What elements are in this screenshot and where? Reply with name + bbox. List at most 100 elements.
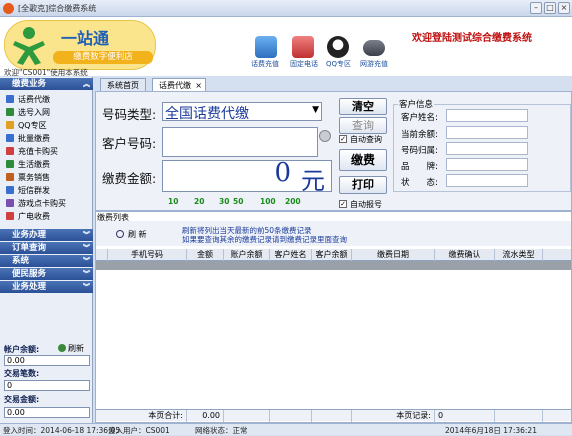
col-serial-type[interactable]: 流水类型 (495, 249, 543, 261)
footer-count-value: 0 (435, 410, 495, 422)
type-select[interactable]: 全国话费代缴 ▼ (162, 102, 322, 122)
network-status: 网络状态：正常 (195, 426, 248, 435)
quick-amount-50[interactable]: 50 (233, 197, 243, 206)
refresh-icon (58, 344, 66, 352)
notice-line-2: 如果要查询其余的缴费记录请到缴费记录里面查询 (182, 235, 347, 244)
clear-button[interactable]: 清空 (339, 98, 387, 115)
col-account-balance[interactable]: 账户余额 (224, 249, 270, 261)
login-user: 登入用户：CS001 (108, 426, 170, 435)
auto-query-checkbox[interactable]: ✓ (339, 135, 347, 143)
maximize-icon[interactable]: □ (544, 2, 556, 14)
sidebar-section-orders[interactable]: 订单查询 ︾ (0, 242, 93, 254)
col-customer-name[interactable]: 客户姓名 (270, 249, 312, 261)
window-title: [全歌克]综合缴费系统 (18, 4, 97, 13)
sidebar-section-payment[interactable]: 缴费业务 ︽ (0, 78, 93, 90)
number-lookup-icon[interactable] (319, 130, 331, 142)
footer-count-label: 本页记录: (352, 410, 435, 422)
phone-recharge-label[interactable]: 话费充值 (251, 59, 279, 69)
logo-slogan: 缴费数字便利店 (53, 51, 153, 64)
sidebar-item-tv-fee[interactable]: 广电收费 (6, 211, 50, 223)
status-label: 状 态: (401, 178, 438, 188)
brand-label: 品 牌: (401, 162, 438, 172)
auto-report-checkbox[interactable]: ✓ (339, 200, 347, 208)
sidebar-section-system[interactable]: 系统 ︾ (0, 255, 93, 267)
footer-cell (270, 410, 312, 422)
chevron-down-icon: ︾ (83, 283, 90, 291)
brand-field (446, 158, 528, 171)
col-phone[interactable]: 手机号码 (108, 249, 187, 261)
greeting-text: 欢迎登陆测试综合缴费系统 (412, 33, 532, 44)
clock: 2014年6月18日 17:36:21 (445, 426, 537, 435)
close-icon[interactable]: × (558, 2, 570, 14)
sidebar-section-services[interactable]: 便民服务 ︾ (0, 268, 93, 280)
grid-header-corner (96, 249, 108, 261)
pay-button[interactable]: 缴费 (339, 149, 387, 171)
query-button[interactable]: 查询 (339, 117, 387, 134)
sidebar-section-business[interactable]: 业务办理 ︾ (0, 229, 93, 241)
table-row[interactable] (96, 261, 571, 270)
tv-icon (6, 212, 14, 220)
amount-label: 缴费金额: (102, 171, 157, 186)
customer-name-field (446, 109, 528, 122)
quick-amount-10[interactable]: 10 (168, 197, 178, 206)
col-pay-date[interactable]: 缴费日期 (352, 249, 435, 261)
quick-amount-30[interactable]: 30 (219, 197, 229, 206)
number-region-label: 号码归属: (401, 146, 438, 156)
gamepad-icon[interactable] (363, 40, 385, 56)
window-titlebar: [全歌克]综合缴费系统 – □ × (0, 0, 572, 17)
chevron-down-icon: ︾ (83, 257, 90, 265)
number-region-field (446, 142, 528, 155)
customer-name-label: 客户姓名: (401, 113, 438, 123)
sidebar-item-recharge-card[interactable]: 充值卡购买 (6, 146, 58, 158)
game-card-icon (6, 199, 14, 207)
qq-label[interactable]: QQ专区 (326, 59, 351, 69)
footer-cell (224, 410, 270, 422)
landline-label[interactable]: 固定电话 (290, 59, 318, 69)
qq-icon[interactable] (327, 36, 349, 58)
chevron-down-icon: ▼ (312, 105, 319, 115)
sidebar-item-utility[interactable]: 生活缴费 (6, 159, 50, 171)
phone-icon (6, 95, 14, 103)
tab-home[interactable]: 系统首页 (100, 78, 146, 92)
quick-amount-20[interactable]: 20 (194, 197, 204, 206)
sidebar-section-processing[interactable]: 业务处理 ︾ (0, 281, 93, 293)
number-input[interactable] (162, 127, 318, 157)
card-icon (6, 147, 14, 155)
col-pay-confirm[interactable]: 缴费确认 (435, 249, 495, 261)
print-button[interactable]: 打印 (339, 176, 387, 194)
sidebar-item-ticket[interactable]: 票务销售 (6, 172, 50, 184)
magnifier-icon (116, 230, 124, 238)
quick-amount-100[interactable]: 100 (260, 197, 276, 206)
sidebar-item-number-select[interactable]: 选号入网 (6, 107, 50, 119)
batch-icon (6, 134, 14, 142)
auto-query-label: 自动查询 (350, 135, 382, 144)
sidebar-item-qq[interactable]: QQ专区 (6, 120, 47, 132)
gamepad-label[interactable]: 网游充值 (360, 59, 388, 69)
login-time: 登入时间：2014-06-18 17:36:05 (3, 426, 121, 435)
footer-total-label: 本页合计: (96, 410, 187, 422)
customer-info-title: 客户信息 (398, 98, 435, 110)
sidebar-item-game-card[interactable]: 游戏点卡购买 (6, 198, 66, 210)
sidebar-item-phone-payment[interactable]: 话费代缴 (6, 94, 50, 106)
col-amount[interactable]: 金额 (187, 249, 224, 261)
phone-recharge-icon[interactable] (255, 36, 277, 58)
logo-title: 一站通 (61, 29, 110, 48)
quick-amount-200[interactable]: 200 (285, 197, 301, 206)
logo-figure-icon (13, 27, 45, 65)
amount-input[interactable]: 0 元 (162, 158, 332, 195)
tab-phone-payment[interactable]: 话费代缴 × (152, 78, 206, 92)
balance-refresh-button[interactable]: 刷新 (58, 343, 84, 354)
chevron-down-icon: ︾ (83, 244, 90, 252)
sidebar-item-sms[interactable]: 短信群发 (6, 185, 50, 197)
sidebar-item-batch-pay[interactable]: 批量缴费 (6, 133, 50, 145)
minimize-icon[interactable]: – (530, 2, 542, 14)
landline-icon[interactable] (292, 36, 314, 58)
auto-report-label: 自动报号 (350, 200, 382, 209)
footer-cell (312, 410, 352, 422)
col-customer-balance[interactable]: 客户余额 (312, 249, 352, 261)
txn-amount-field: 0.00 (4, 407, 90, 418)
sms-icon (6, 186, 14, 194)
status-bar: 登入时间：2014-06-18 17:36:05 登入用户：CS001 网络状态… (0, 423, 572, 435)
grid-footer: 本页合计: 0.00 本页记录: 0 (96, 409, 571, 422)
list-refresh-button[interactable]: 刷 新 (116, 229, 147, 240)
